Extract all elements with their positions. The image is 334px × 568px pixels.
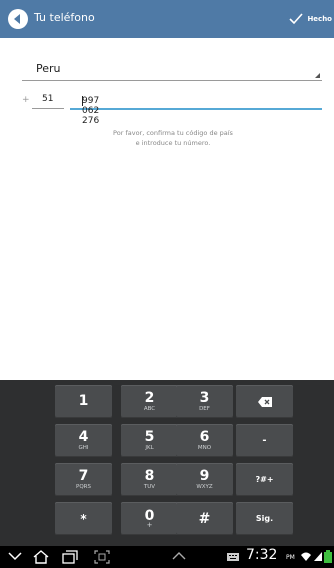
key-6[interactable]: 6 MNO [176, 424, 233, 457]
key-6-label: 6 [199, 428, 210, 445]
hash-key[interactable]: # [176, 502, 233, 535]
country-code-value: 51 [42, 94, 54, 104]
signal-icon [314, 552, 322, 561]
back-icon[interactable] [8, 550, 22, 562]
key-4-letters: GHI [78, 444, 89, 451]
battery-icon [324, 550, 332, 563]
hint-line-2: e introduce tu número. [135, 139, 211, 147]
symbols-key[interactable]: ?#+ [236, 463, 293, 496]
key-6-letters: MNO [197, 444, 212, 451]
action-bar: Tu teléfono Hecho [0, 0, 334, 38]
country-value: Peru [36, 62, 61, 75]
done-label: Hecho [307, 15, 332, 23]
star-key-label: * [80, 511, 87, 526]
key-5[interactable]: 5 JKL [121, 424, 178, 457]
wifi-icon [301, 552, 311, 561]
key-8-letters: TUV [143, 483, 156, 490]
dash-key[interactable]: - [236, 424, 293, 457]
symbols-key-label: ?#+ [255, 474, 274, 484]
backspace-icon [257, 396, 272, 407]
key-9[interactable]: 9 WXYZ [176, 463, 233, 496]
phone-number-input[interactable]: 997 062 276 [70, 92, 322, 126]
hint-line-1: Por favor, confirma tu código de país [113, 129, 233, 137]
key-9-label: 9 [199, 467, 210, 484]
key-3-label: 3 [199, 389, 210, 406]
dropdown-corner-icon [315, 73, 320, 78]
key-9-letters: WXYZ [196, 483, 213, 490]
country-code-input[interactable]: 51 [32, 92, 64, 109]
star-key[interactable]: * [55, 502, 112, 535]
hint-text: Por favor, confirma tu código de país e … [90, 128, 256, 148]
up-arrow-icon[interactable] [172, 550, 186, 562]
country-code-prefix: + [22, 95, 30, 105]
key-2[interactable]: 2 ABC [121, 385, 178, 418]
key-0[interactable]: 0 + [121, 502, 178, 535]
country-select[interactable]: Peru [22, 60, 322, 81]
key-4[interactable]: 4 GHI [55, 424, 112, 457]
key-7[interactable]: 7 PQRS [55, 463, 112, 496]
key-2-label: 2 [144, 389, 155, 406]
key-1-label: 1 [78, 392, 89, 409]
key-7-letters: PQRS [76, 483, 91, 490]
key-5-label: 5 [144, 428, 155, 445]
key-3-letters: DEF [199, 405, 210, 412]
hash-key-label: # [198, 510, 211, 527]
key-4-label: 4 [78, 428, 89, 445]
key-8-label: 8 [144, 467, 155, 484]
home-icon[interactable] [32, 550, 50, 564]
page-title: Tu teléfono [34, 11, 95, 24]
keyboard-icon [227, 553, 239, 561]
next-key-label: Sig. [255, 513, 274, 523]
key-1[interactable]: 1 [55, 385, 112, 418]
key-5-letters: JKL [145, 444, 154, 451]
check-icon [289, 13, 304, 25]
done-button[interactable]: Hecho [289, 9, 332, 29]
clock-am-pm: PM [286, 554, 295, 561]
key-8[interactable]: 8 TUV [121, 463, 178, 496]
back-arrow-icon[interactable] [8, 9, 28, 29]
text-cursor [82, 96, 83, 106]
clock-time: 7:32 [246, 547, 278, 563]
dash-key-label: - [262, 434, 267, 446]
recent-apps-icon[interactable] [62, 550, 78, 564]
screenshot-icon[interactable] [94, 550, 110, 564]
system-bar: 7:32 PM [0, 546, 334, 568]
key-3[interactable]: 3 DEF [176, 385, 233, 418]
next-key[interactable]: Sig. [236, 502, 293, 535]
backspace-key[interactable] [236, 385, 293, 418]
numeric-keyboard: 1 2 ABC 3 DEF 4 GHI 5 JKL 6 MNO - 7 PQRS… [0, 380, 334, 546]
phone-number-value: 997 062 276 [82, 96, 100, 126]
key-2-letters: ABC [143, 405, 156, 412]
key-0-plus: + [146, 520, 153, 529]
key-7-label: 7 [78, 467, 89, 484]
